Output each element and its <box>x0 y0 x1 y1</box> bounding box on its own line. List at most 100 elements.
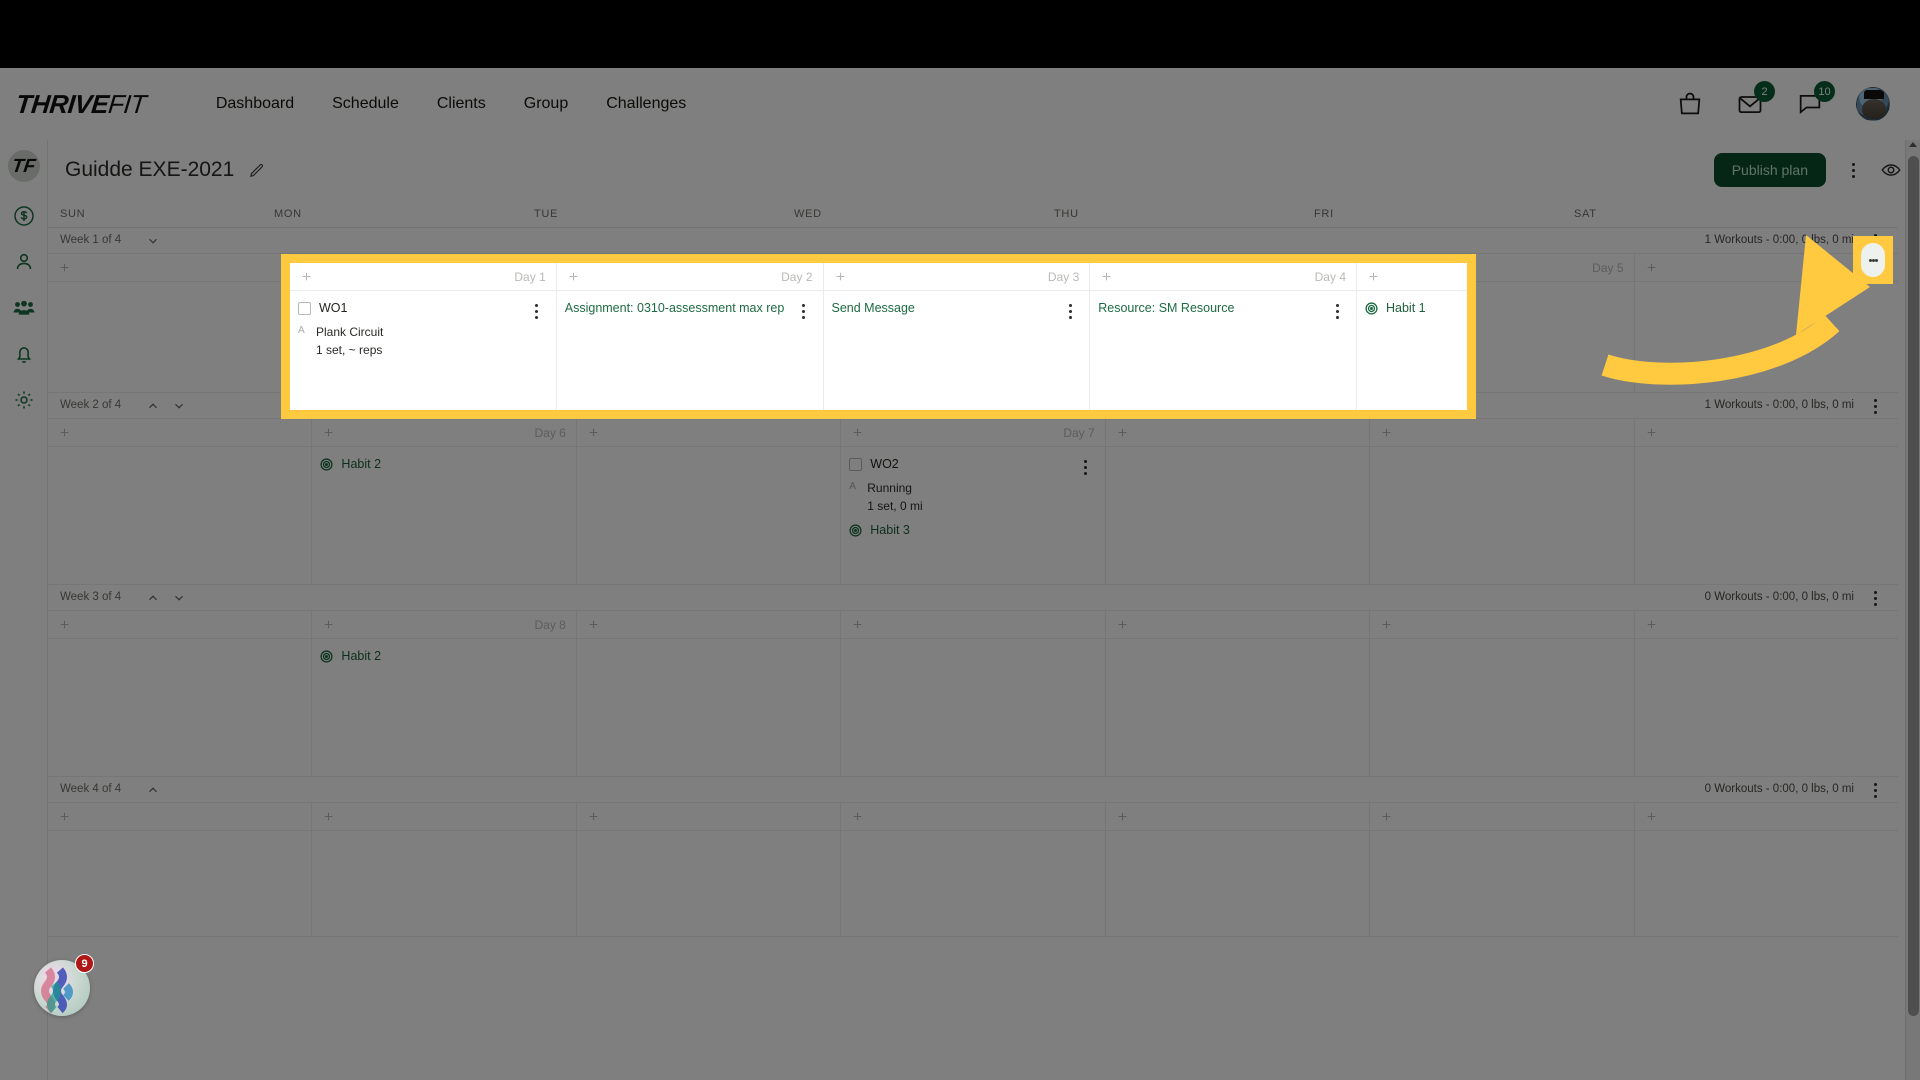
habit-item[interactable]: Habit 2 <box>320 649 567 663</box>
workout-checkbox[interactable] <box>849 457 863 471</box>
add-item-plus-icon[interactable] <box>587 810 600 823</box>
day-cell-sun[interactable] <box>48 831 313 936</box>
nav-item-clients[interactable]: Clients <box>437 95 486 113</box>
day-cell-fri[interactable] <box>1370 831 1635 936</box>
day-cell-mon[interactable]: Habit 2 <box>312 447 577 584</box>
day-header-cell[interactable] <box>1634 419 1898 447</box>
day-cell-fri[interactable] <box>1370 447 1635 584</box>
add-item-plus-icon[interactable] <box>1380 618 1393 631</box>
day-cell-sat[interactable] <box>1634 282 1898 392</box>
add-item-plus-icon[interactable] <box>1645 261 1658 274</box>
day-cell-wed[interactable] <box>841 639 1106 776</box>
day-cell-wed[interactable]: WO2 A Running 1 set, 0 mi Habit 3 <box>841 447 1106 584</box>
day-header-cell[interactable] <box>576 803 842 831</box>
day-cell-mon[interactable]: Habit 2 <box>312 639 577 776</box>
day-header-cell[interactable] <box>1634 803 1898 831</box>
envelope-icon[interactable]: 2 <box>1736 81 1775 118</box>
chevron-down-icon[interactable] <box>146 234 160 248</box>
week-options-kebab-icon[interactable] <box>1866 781 1884 799</box>
day-cell-tue[interactable]: Assignment: 0310-assessment max rep <box>576 282 842 392</box>
assignment-item[interactable]: Assignment: 0310-assessment max rep <box>585 292 832 310</box>
add-item-plus-icon[interactable] <box>851 261 864 274</box>
day-header-cell[interactable] <box>48 254 313 282</box>
day-header-cell[interactable]: Day 1 <box>312 254 577 282</box>
week-options-kebab-icon[interactable] <box>1866 397 1884 415</box>
day-cell-fri[interactable]: Habit 1 <box>1370 282 1635 392</box>
add-item-plus-icon[interactable] <box>1645 618 1658 631</box>
day-cell-thu[interactable] <box>1105 639 1371 776</box>
day-header-cell[interactable] <box>1105 803 1371 831</box>
add-item-plus-icon[interactable] <box>58 426 71 439</box>
day-header-cell[interactable] <box>1370 611 1635 639</box>
day-cell-sun[interactable] <box>48 447 313 584</box>
day-header-cell[interactable] <box>576 611 842 639</box>
nav-item-schedule[interactable]: Schedule <box>332 95 399 113</box>
add-item-plus-icon[interactable] <box>322 261 335 274</box>
habit-item[interactable]: Habit 1 <box>1378 292 1625 306</box>
add-item-plus-icon[interactable] <box>851 810 864 823</box>
day-cell-thu[interactable] <box>1105 447 1371 584</box>
day-header-cell[interactable]: Day 8 <box>312 611 577 639</box>
day-header-cell[interactable]: Day 5 <box>1370 254 1635 282</box>
day-cell-tue[interactable] <box>576 639 842 776</box>
day-cell-sun[interactable] <box>48 282 313 392</box>
add-item-plus-icon[interactable] <box>587 426 600 439</box>
day-header-cell[interactable]: Day 7 <box>841 419 1106 447</box>
add-item-plus-icon[interactable] <box>851 618 864 631</box>
add-item-plus-icon[interactable] <box>1116 261 1129 274</box>
day-header-cell[interactable] <box>48 611 313 639</box>
resource-item[interactable]: Resource: SM Resource <box>1114 292 1361 310</box>
add-item-plus-icon[interactable] <box>322 426 335 439</box>
day-cell-mon[interactable] <box>312 831 577 936</box>
day-header-cell[interactable] <box>576 419 842 447</box>
add-item-plus-icon[interactable] <box>58 618 71 631</box>
add-item-plus-icon[interactable] <box>1380 261 1393 274</box>
shopping-bag-icon[interactable] <box>1676 90 1704 118</box>
nav-item-group[interactable]: Group <box>524 95 568 113</box>
day-cell-sat[interactable] <box>1634 831 1898 936</box>
day-header-cell[interactable] <box>312 803 577 831</box>
day-header-cell[interactable] <box>48 419 313 447</box>
habit-item[interactable]: Habit 3 <box>849 523 1096 537</box>
day-header-cell[interactable] <box>1634 611 1898 639</box>
assignment-kebab-icon[interactable] <box>812 293 830 311</box>
day-cell-sun[interactable] <box>48 639 313 776</box>
day-cell-sat[interactable] <box>1634 639 1898 776</box>
gear-icon[interactable] <box>12 388 36 412</box>
day-cell-sat[interactable] <box>1634 447 1898 584</box>
chat-bubble-icon[interactable]: 10 <box>1796 81 1835 118</box>
workout-kebab-icon[interactable] <box>548 293 566 311</box>
workout-kebab-icon[interactable] <box>1077 458 1095 476</box>
plan-more-kebab-icon[interactable] <box>1844 161 1862 179</box>
add-item-plus-icon[interactable] <box>587 618 600 631</box>
add-item-plus-icon[interactable] <box>1380 426 1393 439</box>
habit-item[interactable]: Habit 2 <box>320 457 567 471</box>
rail-brand-logo[interactable]: TF <box>7 150 40 182</box>
message-item[interactable]: Send Message <box>849 292 1096 310</box>
scroll-up-arrow-icon[interactable] <box>1909 142 1917 147</box>
publish-plan-button[interactable]: Publish plan <box>1713 153 1826 187</box>
week-options-kebab-icon[interactable] <box>1861 243 1885 277</box>
day-header-cell[interactable]: Day 3 <box>841 254 1106 282</box>
user-icon[interactable] <box>12 250 36 274</box>
day-cell-tue[interactable] <box>576 831 842 936</box>
resource-kebab-icon[interactable] <box>1341 293 1359 311</box>
day-cell-wed[interactable]: Send Message <box>841 282 1106 392</box>
scrollbar-thumb[interactable] <box>1908 156 1919 1016</box>
day-header-cell[interactable] <box>1105 611 1371 639</box>
add-item-plus-icon[interactable] <box>58 810 71 823</box>
waves-widget-icon[interactable]: 9 <box>34 954 94 1016</box>
add-item-plus-icon[interactable] <box>322 618 335 631</box>
add-item-plus-icon[interactable] <box>1380 810 1393 823</box>
workout-item[interactable]: WO1 A Plank Circuit 1 set, ~ reps <box>320 292 567 348</box>
add-item-plus-icon[interactable] <box>1116 426 1129 439</box>
chevron-down-icon[interactable] <box>172 591 186 605</box>
day-cell-tue[interactable] <box>576 447 842 584</box>
add-item-plus-icon[interactable] <box>1116 810 1129 823</box>
bell-icon[interactable] <box>12 342 36 366</box>
add-item-plus-icon[interactable] <box>1645 426 1658 439</box>
day-header-cell[interactable]: Day 2 <box>576 254 842 282</box>
eye-icon[interactable] <box>1880 159 1902 181</box>
workout-item[interactable]: WO2 A Running 1 set, 0 mi <box>849 457 1096 513</box>
day-cell-thu[interactable]: Resource: SM Resource <box>1105 282 1371 392</box>
